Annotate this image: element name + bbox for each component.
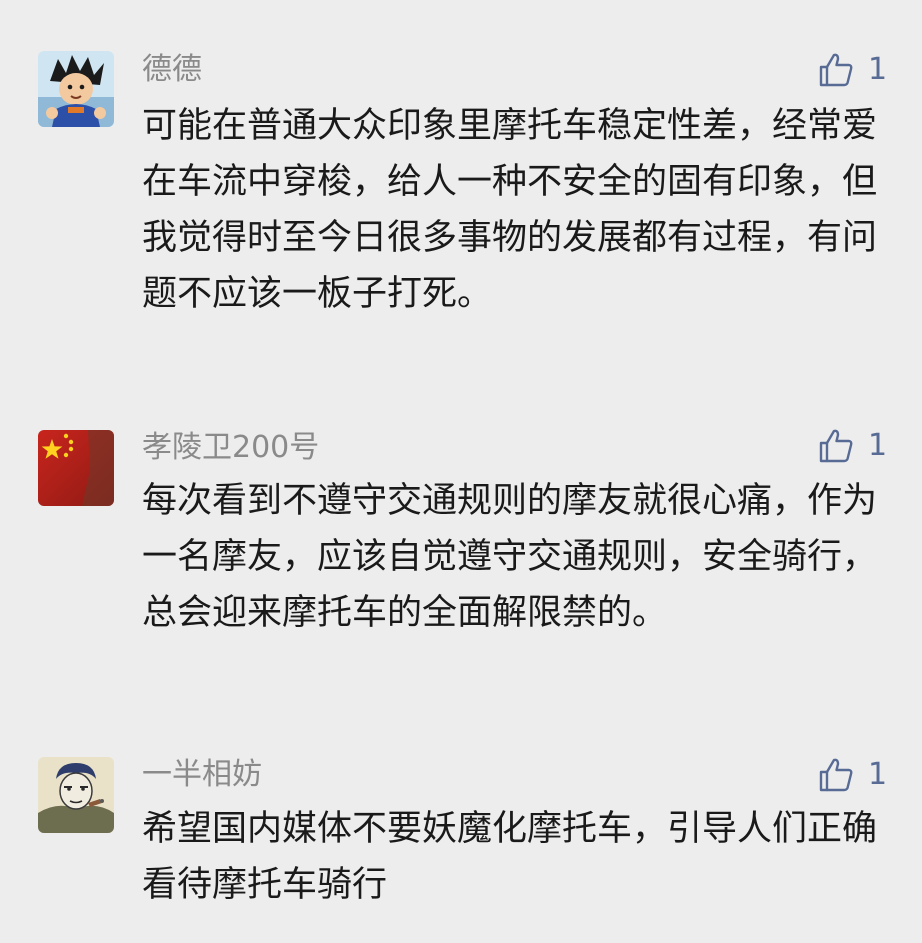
like-count: 1 (868, 52, 888, 87)
thumbs-up-icon (819, 53, 853, 87)
commenter-name[interactable]: 德德 (142, 50, 202, 90)
like-button[interactable]: 1 (818, 426, 887, 466)
comment-text: 可能在普通大众印象里摩托车稳定性差，经常爱在车流中穿梭，给人一种不安全的固有印象… (142, 106, 878, 314)
like-button[interactable]: 1 (818, 50, 887, 90)
commenter-name[interactable]: 孝陵卫200号 (142, 428, 319, 468)
thumbs-up-icon (819, 758, 853, 792)
sketch-portrait-avatar-icon (38, 757, 114, 833)
avatar[interactable] (38, 757, 114, 833)
avatar[interactable] (38, 430, 114, 506)
thumbs-up-icon (819, 429, 853, 463)
like-button[interactable]: 1 (818, 755, 887, 795)
like-count: 1 (868, 428, 888, 463)
comment-text: 每次看到不遵守交通规则的摩友就很心痛，作为一名摩友，应该自觉遵守交通规则，安全骑… (142, 481, 878, 633)
avatar[interactable] (38, 51, 114, 127)
commenter-name[interactable]: 一半相妨 (142, 755, 262, 795)
like-count: 1 (868, 757, 888, 792)
comment-text: 希望国内媒体不要妖魔化摩托车，引导人们正确看待摩托车骑行 (142, 809, 878, 905)
cartoon-boy-avatar-icon (38, 51, 114, 127)
china-flag-avatar-icon (38, 430, 114, 506)
